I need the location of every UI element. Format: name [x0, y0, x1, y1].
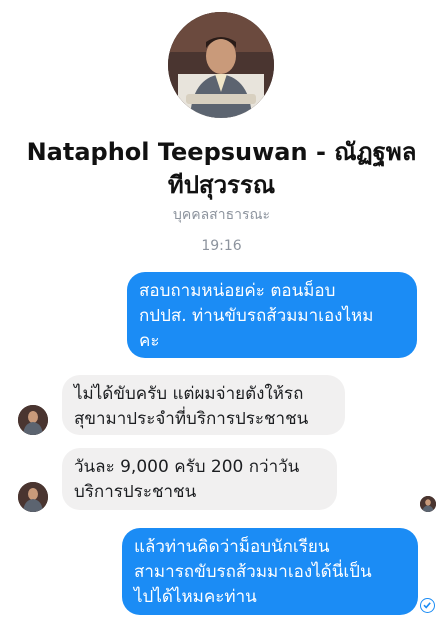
profile-subtitle: บุคคลสาธารณะ — [172, 207, 271, 223]
message-outgoing[interactable]: สอบถามหน่อยค่ะ ตอนม็อบ กปปส. ท่านขับรถส้… — [127, 272, 417, 358]
seen-avatar-icon — [420, 496, 436, 512]
sender-avatar-icon — [18, 405, 48, 435]
sent-check-icon — [420, 598, 435, 613]
conversation-timestamp: 19:16 — [201, 238, 242, 254]
message-outgoing[interactable]: แล้วท่านคิดว่าม็อบนักเรียน สามารถขับรถส้… — [122, 528, 418, 615]
message-incoming[interactable]: ไม่ได้ขับครับ แต่ผมจ่ายตังให้รถ สุขามาปร… — [62, 375, 345, 435]
profile-name: Nataphol Teepsuwan - ณัฏฐพล ทีปสุวรรณ — [26, 138, 417, 199]
profile-photo[interactable] — [168, 12, 274, 118]
sender-avatar-icon — [18, 482, 48, 512]
person-photo-icon — [168, 12, 274, 118]
message-incoming[interactable]: วันละ 9,000 ครับ 200 กว่าวัน บริการประชา… — [62, 448, 337, 510]
